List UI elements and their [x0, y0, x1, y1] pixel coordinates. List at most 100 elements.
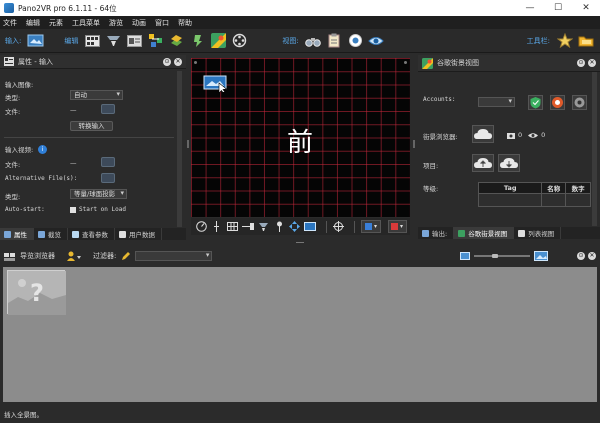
ruler-icon[interactable]: [242, 220, 255, 233]
add-panorama-icon[interactable]: [27, 32, 44, 49]
convert-input-button[interactable]: 转换输入: [70, 121, 113, 131]
panorama-drop-icon[interactable]: [203, 74, 229, 95]
output-folder-icon[interactable]: [577, 32, 594, 49]
large-thumbnail-icon[interactable]: [534, 251, 549, 261]
menu-animation[interactable]: 动画: [132, 18, 146, 28]
pin-icon[interactable]: [273, 220, 286, 233]
input-image-label: 输入图像:: [5, 81, 34, 89]
minimize-button[interactable]: —: [516, 0, 544, 16]
move-arrows-icon[interactable]: [288, 220, 301, 233]
table-row[interactable]: [477, 193, 591, 207]
panorama-thumbnail-placeholder[interactable]: ?: [7, 270, 66, 315]
input-video-label: 输入视频: i: [5, 144, 48, 154]
close-button[interactable]: ✕: [572, 0, 600, 16]
front-face-label: 前: [287, 128, 314, 158]
grid-toggle-icon[interactable]: [226, 220, 239, 233]
red-color-picker[interactable]: [387, 220, 407, 233]
bottom-splitter[interactable]: [296, 242, 304, 243]
unknown-image-icon: ?: [8, 271, 66, 315]
tour-browser-area[interactable]: ?: [3, 267, 597, 402]
small-thumbnail-icon[interactable]: [460, 252, 471, 260]
crosshair-line-icon[interactable]: [211, 220, 224, 233]
tour-map-icon[interactable]: [147, 32, 164, 49]
menu-edit[interactable]: 编辑: [26, 18, 40, 28]
autostart-checkbox[interactable]: Start on Load: [70, 206, 126, 213]
camera-icon: [507, 132, 515, 139]
eye-preview-icon[interactable]: [368, 32, 385, 49]
browser-float-button[interactable]: ⊙: [577, 252, 585, 260]
preview-globe-icon[interactable]: [347, 32, 364, 49]
tab-street-view-label: 谷歌街景视图: [468, 230, 508, 238]
tab-output[interactable]: 输出:: [418, 227, 455, 239]
sv-panel-float-button[interactable]: ⊙: [577, 59, 585, 67]
browser-close-button[interactable]: ✕: [588, 252, 596, 260]
menu-window[interactable]: 窗口: [155, 18, 169, 28]
toolbar-view-label: 视图:: [282, 36, 299, 45]
hotspot-grid-icon[interactable]: [84, 32, 101, 49]
menu-help[interactable]: 帮助: [178, 18, 192, 28]
remove-account-button[interactable]: [550, 95, 565, 110]
upload-cloud-button[interactable]: [472, 125, 494, 143]
account-settings-button[interactable]: [572, 95, 587, 110]
panel-float-button[interactable]: ⊙: [163, 57, 171, 66]
properties-scrollbar[interactable]: [177, 71, 182, 227]
animation-icon[interactable]: [189, 32, 206, 49]
table-header-tag[interactable]: Tag: [477, 182, 543, 194]
browse-alt-files-button[interactable]: [101, 173, 115, 183]
clipboard-icon[interactable]: [326, 32, 343, 49]
filter-dropdown[interactable]: [135, 251, 213, 261]
left-splitter[interactable]: [187, 140, 189, 148]
verify-account-button[interactable]: [528, 95, 543, 110]
panel-close-button[interactable]: ✕: [174, 57, 182, 66]
maximize-button[interactable]: ☐: [544, 0, 572, 16]
tab-street-view[interactable]: 谷歌街景视图: [454, 227, 515, 239]
tab-list-view-label: 列表视图: [528, 230, 555, 238]
title-bar: Pano2VR pro 6.1.11 - 64位 — ☐ ✕: [0, 0, 600, 16]
browse-file-button[interactable]: [101, 104, 115, 114]
project-cloud-sync-button[interactable]: [498, 154, 520, 172]
viewing-parameters-icon[interactable]: [105, 32, 122, 49]
street-view-tab-icon: [458, 229, 466, 237]
skin-editor-icon[interactable]: [126, 32, 143, 49]
filter-pencil-icon[interactable]: [121, 251, 131, 261]
tab-overview[interactable]: 截览: [34, 228, 68, 240]
tab-user-data[interactable]: 用户数据: [115, 228, 162, 240]
google-street-view-icon[interactable]: [210, 32, 227, 49]
right-splitter[interactable]: [413, 140, 415, 148]
target-icon[interactable]: [333, 220, 346, 233]
tab-list-view[interactable]: 列表视图: [514, 227, 562, 239]
sort-user-icon[interactable]: [67, 251, 81, 261]
table-header-name[interactable]: 名称: [541, 182, 567, 194]
autostart-check[interactable]: [70, 206, 76, 213]
slider-handle[interactable]: [492, 254, 499, 258]
menu-file[interactable]: 文件: [3, 18, 17, 28]
thumbnail-size-slider[interactable]: [474, 254, 531, 258]
toolbar-input-label: 输入:: [5, 36, 22, 45]
sv-panel-close-button[interactable]: ✕: [588, 59, 596, 67]
cloud-icon: [474, 129, 492, 139]
menu-tools[interactable]: 工具菜单: [72, 18, 100, 28]
browse-video-button[interactable]: [101, 157, 115, 167]
tab-view-params[interactable]: 查看参数: [68, 228, 115, 240]
film-reel-icon[interactable]: [231, 32, 248, 49]
tab-properties[interactable]: 属性: [0, 228, 34, 240]
fov-cone-icon[interactable]: [257, 220, 270, 233]
project-cloud-upload-button[interactable]: [472, 154, 494, 172]
star-badge-icon[interactable]: [556, 32, 573, 49]
table-header-number[interactable]: 数字: [565, 182, 591, 194]
binoculars-icon[interactable]: [305, 32, 322, 49]
tour-browser-icon[interactable]: [168, 32, 185, 49]
menu-tour[interactable]: 游览: [109, 18, 123, 28]
compass-icon[interactable]: [195, 220, 208, 233]
info-icon[interactable]: i: [38, 144, 48, 154]
right-panel-tabs: 输出: 谷歌街景视图 列表视图: [418, 227, 600, 239]
blue-color-picker[interactable]: [361, 220, 381, 233]
menu-elements[interactable]: 元素: [49, 18, 63, 28]
image-view-icon[interactable]: [304, 220, 317, 233]
video-type-dropdown[interactable]: 等量/球面投影: [70, 189, 127, 199]
accounts-dropdown[interactable]: [478, 97, 515, 107]
video-type-label: 类型:: [5, 193, 21, 201]
panorama-canvas[interactable]: 前: [191, 58, 410, 217]
street-view-scrollbar[interactable]: [592, 72, 597, 226]
input-type-dropdown[interactable]: 自动: [70, 90, 123, 100]
